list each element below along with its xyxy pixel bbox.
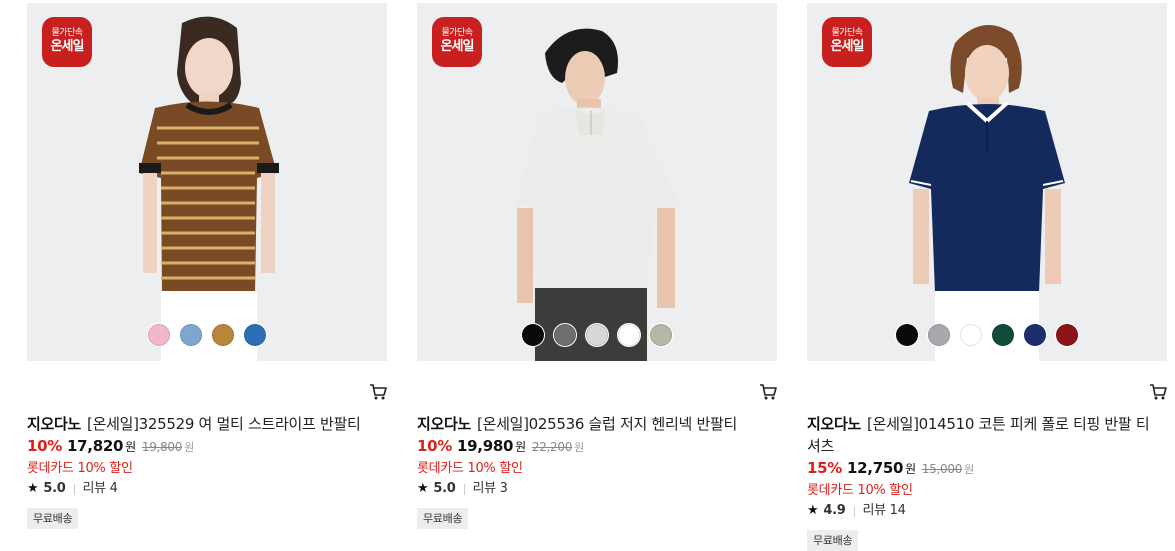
price-unit: 원	[125, 440, 136, 454]
sale-price: 19,980	[457, 437, 514, 455]
card-discount: 롯데카드 10% 할인	[807, 483, 913, 498]
color-swatches	[807, 324, 1167, 346]
badge-top-text: 물가단속	[441, 28, 473, 38]
onsale-badge: 물가단속 온세일	[822, 17, 872, 67]
original-price-unit: 원	[964, 463, 974, 476]
brand-name: 지오다노	[27, 415, 82, 433]
badge-bottom-text: 온세일	[440, 39, 475, 54]
product-image[interactable]: 물가단속 온세일	[417, 3, 777, 361]
original-price-unit: 원	[184, 441, 194, 454]
rating-value: 5.0	[433, 481, 456, 496]
badge-bottom-text: 온세일	[830, 39, 865, 54]
discount-rate: 15%	[807, 459, 843, 477]
price-row: 10% 19,980 원 22,200 원	[417, 435, 767, 459]
original-price: 19,800	[141, 440, 183, 454]
divider	[463, 483, 465, 495]
star-icon: ★	[27, 481, 39, 496]
sale-price: 12,750	[847, 459, 904, 477]
badge-top-text: 물가단속	[831, 28, 863, 38]
cart-icon[interactable]	[1149, 383, 1167, 401]
cart-icon[interactable]	[759, 383, 777, 401]
product-info[interactable]: 지오다노 [온세일]025536 슬럽 저지 헨리넥 반팔티 10% 19,980 원…	[417, 413, 767, 529]
brand-name: 지오다노	[417, 415, 472, 433]
review-row: ★ 5.0 리뷰 3	[417, 478, 767, 500]
review-count: 리뷰 14	[862, 503, 906, 518]
color-swatch[interactable]	[554, 324, 576, 346]
free-shipping-tag: 무료배송	[417, 508, 469, 529]
color-swatch[interactable]	[992, 324, 1014, 346]
product-card[interactable]: 물가단속 온세일 지오다노 [온세일]025536 슬럽 저지 헨리넥 반팔티 1…	[417, 3, 777, 529]
price-row: 10% 17,820 원 19,800 원	[27, 435, 377, 459]
divider	[853, 505, 855, 517]
product-name: [온세일]025536 슬럽 저지 헨리넥 반팔티	[477, 415, 737, 433]
color-swatches	[417, 324, 777, 346]
brand-name: 지오다노	[807, 415, 862, 433]
badge-bottom-text: 온세일	[50, 39, 85, 54]
original-price-unit: 원	[574, 441, 584, 454]
rating-value: 5.0	[43, 481, 66, 496]
color-swatch[interactable]	[212, 324, 234, 346]
product-info[interactable]: 지오다노 [온세일]325529 여 멀티 스트라이프 반팔티 10% 17,820…	[27, 413, 377, 529]
color-swatch[interactable]	[180, 324, 202, 346]
color-swatches	[27, 324, 387, 346]
onsale-badge: 물가단속 온세일	[432, 17, 482, 67]
onsale-badge: 물가단속 온세일	[42, 17, 92, 67]
color-swatch[interactable]	[650, 324, 672, 346]
discount-rate: 10%	[417, 437, 453, 455]
discount-rate: 10%	[27, 437, 63, 455]
sale-price: 17,820	[67, 437, 124, 455]
review-count: 리뷰 4	[82, 481, 118, 496]
color-swatch[interactable]	[618, 324, 640, 346]
price-unit: 원	[515, 440, 526, 454]
color-swatch[interactable]	[960, 324, 982, 346]
color-swatch[interactable]	[148, 324, 170, 346]
color-swatch[interactable]	[1056, 324, 1078, 346]
original-price: 15,000	[921, 462, 963, 476]
badge-top-text: 물가단속	[51, 28, 83, 38]
product-image[interactable]: 물가단속 온세일	[27, 3, 387, 361]
rating-value: 4.9	[823, 503, 846, 518]
product-title[interactable]: 지오다노 [온세일]325529 여 멀티 스트라이프 반팔티	[27, 413, 377, 435]
color-swatch[interactable]	[896, 324, 918, 346]
product-image[interactable]: 물가단속 온세일	[807, 3, 1167, 361]
color-swatch[interactable]	[1024, 324, 1046, 346]
review-row: ★ 5.0 리뷰 4	[27, 478, 377, 500]
price-row: 15% 12,750 원 15,000 원	[807, 457, 1157, 481]
original-price: 22,200	[531, 440, 573, 454]
product-name: [온세일]325529 여 멀티 스트라이프 반팔티	[87, 415, 361, 433]
free-shipping-tag: 무료배송	[27, 508, 79, 529]
review-row: ★ 4.9 리뷰 14	[807, 500, 1157, 522]
color-swatch[interactable]	[928, 324, 950, 346]
product-card[interactable]: 물가단속 온세일 지오다노 [온세일]014510 코튼 피케 폴로 티핑 반팔 …	[807, 3, 1167, 551]
color-swatch[interactable]	[244, 324, 266, 346]
card-discount: 롯데카드 10% 할인	[417, 461, 523, 476]
price-unit: 원	[905, 462, 916, 476]
color-swatch[interactable]	[586, 324, 608, 346]
product-title[interactable]: 지오다노 [온세일]014510 코튼 피케 폴로 티핑 반팔 티셔츠	[807, 413, 1157, 457]
color-swatch[interactable]	[522, 324, 544, 346]
review-count: 리뷰 3	[472, 481, 508, 496]
star-icon: ★	[417, 481, 429, 496]
product-info[interactable]: 지오다노 [온세일]014510 코튼 피케 폴로 티핑 반팔 티셔츠 15% 12…	[807, 413, 1157, 551]
divider	[73, 483, 75, 495]
product-card[interactable]: 물가단속 온세일 지오다노 [온세일]325529 여 멀티 스트라이프 반팔티 …	[27, 3, 387, 529]
card-discount: 롯데카드 10% 할인	[27, 461, 133, 476]
cart-icon[interactable]	[369, 383, 387, 401]
star-icon: ★	[807, 503, 819, 518]
product-title[interactable]: 지오다노 [온세일]025536 슬럽 저지 헨리넥 반팔티	[417, 413, 767, 435]
